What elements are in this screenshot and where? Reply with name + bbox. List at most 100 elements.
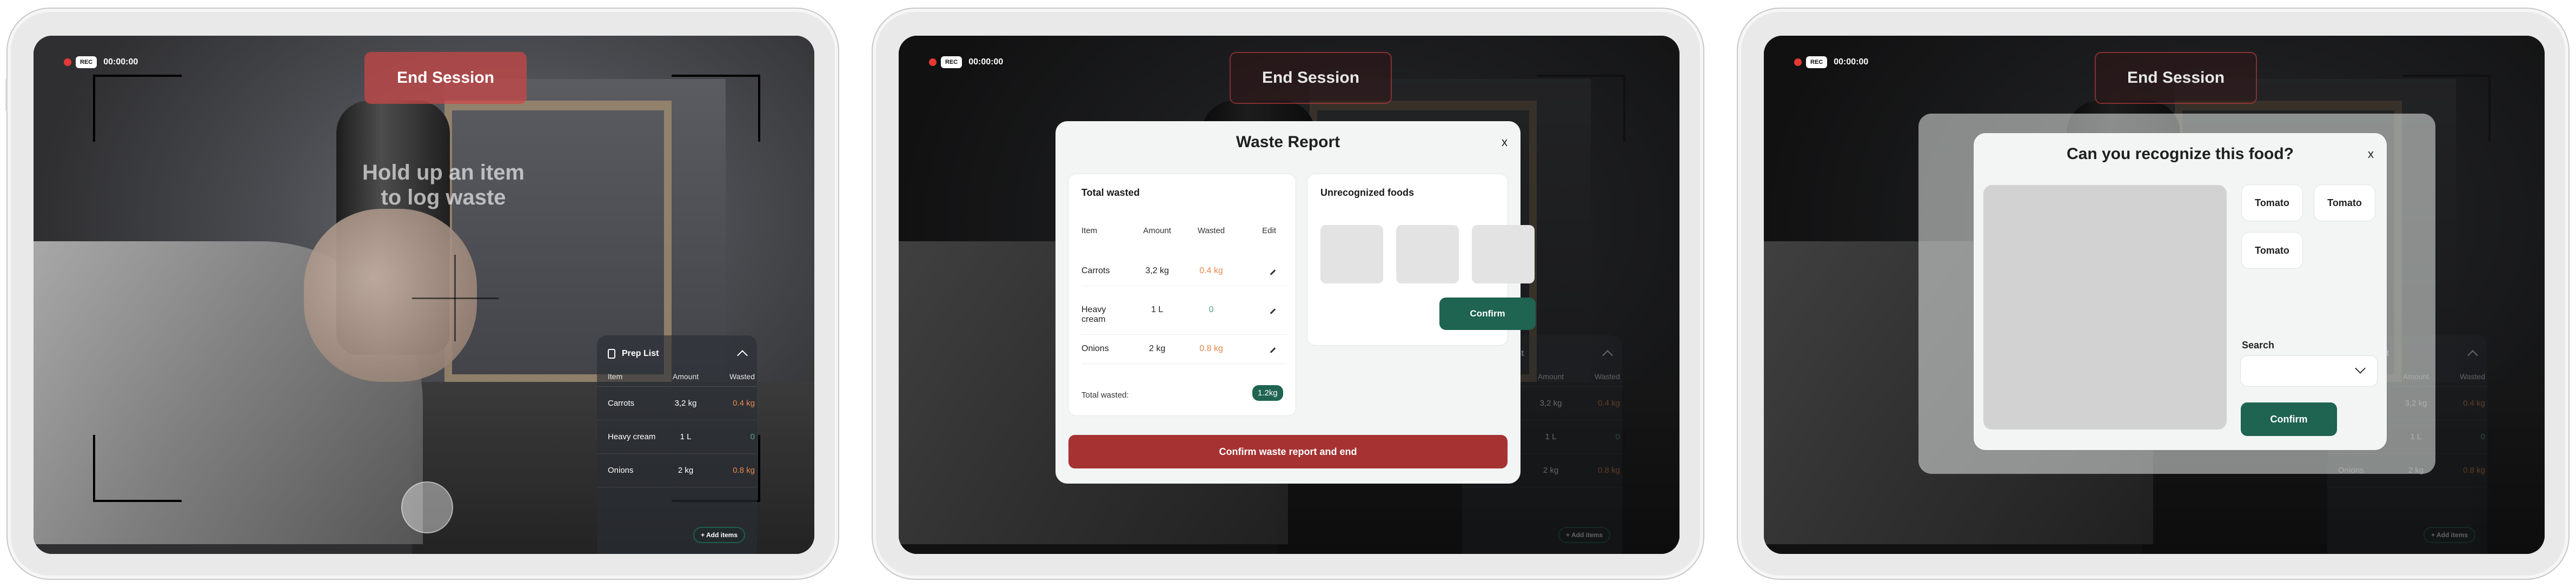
add-items-button: + Add items [1558, 527, 1610, 543]
recording-time: 00:00:00 [968, 57, 1004, 67]
card-title: Total wasted [1081, 187, 1140, 198]
item-wasted: 0.8 kg [733, 466, 755, 475]
item-wasted: 0.4 kg [2463, 399, 2485, 408]
item-name: Onions [1081, 344, 1109, 353]
camera-hint: Hold up an item to log waste [362, 161, 525, 209]
waste-table-columns: Item Amount Wasted Edit [1081, 226, 1287, 235]
food-thumbnail[interactable] [1320, 225, 1383, 283]
waste-report-screen: REC 00:00:00 End Session Prep List Item … [899, 36, 1679, 554]
viewfinder-corner-icon [672, 75, 760, 142]
column-header: Amount [672, 372, 699, 381]
item-amount: 2 kg [1543, 466, 1559, 475]
item-name: Carrots [608, 399, 635, 408]
recognize-screen: REC 00:00:00 End Session Prep List Item … [1764, 36, 2545, 554]
item-name: Carrots [1081, 266, 1110, 275]
item-name: Heavy cream [1081, 305, 1106, 324]
item-wasted: 0.4 kg [733, 399, 755, 408]
viewfinder-corner-icon [1537, 75, 1625, 142]
clipboard-icon [608, 349, 615, 359]
column-header: Item [608, 372, 623, 381]
item-amount: 1 L [1151, 305, 1164, 314]
confirm-and-end-button[interactable]: Confirm waste report and end [1068, 435, 1508, 468]
edit-button[interactable] [1238, 344, 1276, 354]
item-wasted: 0.8 kg [1598, 466, 1620, 475]
prep-list-panel: Prep List Item Amount Wasted Carrots 3,2… [597, 335, 757, 554]
shutter-button[interactable] [401, 481, 453, 533]
confirm-button[interactable]: Confirm [2241, 402, 2337, 436]
total-wasted-label: Total wasted: [1081, 391, 1129, 400]
table-row: Carrots 3,2 kg 0.4 kg [597, 387, 757, 420]
tablet-frame-waste-report: REC 00:00:00 End Session Prep List Item … [872, 8, 1704, 580]
item-amount: 2 kg [1148, 344, 1166, 353]
chevron-up-icon [1602, 350, 1613, 361]
recording-time: 00:00:00 [103, 57, 138, 67]
chevron-up-icon [2467, 350, 2478, 361]
food-thumbnail[interactable] [1396, 225, 1459, 283]
edit-button[interactable] [1238, 266, 1276, 276]
confirm-button[interactable]: Confirm [1439, 298, 1536, 330]
close-icon[interactable]: x [2368, 147, 2374, 161]
recording-indicator: REC 00:00:00 [64, 56, 138, 68]
item-wasted: 0 [1209, 305, 1214, 314]
record-dot-icon [1794, 58, 1802, 66]
rec-badge: REC [76, 56, 97, 68]
card-title: Unrecognized foods [1320, 187, 1415, 198]
pencil-icon [1270, 308, 1276, 314]
side-button [5, 79, 8, 111]
modal-title: Can you recognize this food? [2066, 145, 2294, 163]
search-dropdown[interactable] [2241, 356, 2377, 386]
recording-indicator: REC 00:00:00 [929, 56, 1003, 68]
suggestion-chip[interactable]: Tomato [2242, 233, 2302, 268]
tablet-frame-camera: REC 00:00:00 End Session Hold up an item… [5, 8, 839, 580]
chevron-up-icon[interactable] [737, 350, 748, 361]
add-items-button[interactable]: + Add items [693, 527, 745, 543]
viewfinder-corner-icon [93, 75, 182, 142]
pencil-icon [1270, 269, 1276, 275]
column-header: Wasted [2460, 372, 2485, 381]
column-header: Wasted [729, 372, 755, 381]
item-amount: 1 L [680, 432, 692, 441]
tablet-frame-recognize: REC 00:00:00 End Session Prep List Item … [1737, 8, 2570, 580]
close-icon[interactable]: x [1502, 135, 1508, 149]
item-name: Heavy cream [608, 432, 656, 441]
record-dot-icon [64, 58, 71, 66]
item-wasted: 0.8 kg [1199, 344, 1223, 353]
unrecognized-foods-card: Unrecognized foods Confirm [1307, 174, 1536, 345]
recording-indicator: REC 00:00:00 [1794, 56, 1868, 68]
item-wasted: 0.4 kg [1598, 399, 1620, 408]
edit-button[interactable] [1238, 305, 1276, 325]
end-session-button[interactable]: End Session [364, 52, 527, 104]
rec-badge: REC [941, 56, 962, 68]
chevron-down-icon [2355, 363, 2366, 374]
recognize-food-modal: Can you recognize this food? x Tomato To… [1974, 133, 2387, 450]
item-wasted: 0 [2480, 432, 2485, 441]
waste-report-modal: Waste Report x Total wasted Item Amount … [1055, 121, 1536, 484]
prep-list-header[interactable]: Prep List [597, 335, 757, 367]
food-thumbnail[interactable] [1472, 225, 1535, 283]
table-row: Onions 2 kg 0.8 kg [597, 454, 757, 487]
crosshair-icon [454, 255, 456, 341]
item-amount: 1 L [1545, 432, 1557, 441]
recording-time: 00:00:00 [1834, 57, 1869, 67]
pencil-icon [1270, 347, 1276, 353]
prep-list-columns: Item Amount Wasted [597, 367, 757, 387]
item-amount: 3,2 kg [674, 399, 697, 408]
column-header: Wasted [1595, 372, 1620, 381]
add-items-button: + Add items [2424, 527, 2475, 543]
item-amount: 2 kg [678, 466, 694, 475]
total-wasted-value: 1.2kg [1252, 385, 1283, 401]
column-header: Edit [1262, 226, 1276, 235]
prep-list-title: Prep List [622, 349, 659, 358]
total-wasted-card: Total wasted Item Amount Wasted Edit Car… [1068, 174, 1296, 415]
item-wasted: 0 [750, 432, 755, 441]
item-wasted: 0.8 kg [2463, 466, 2485, 475]
modal-title: Waste Report [1236, 133, 1340, 151]
suggestion-chip[interactable]: Tomato [2314, 185, 2375, 221]
camera-screen: REC 00:00:00 End Session Hold up an item… [34, 36, 814, 554]
food-image [1983, 185, 2227, 430]
table-row: Onions 2 kg 0.8 kg [1081, 344, 1287, 364]
rec-badge: REC [1806, 56, 1828, 68]
item-name: Onions [608, 466, 634, 475]
suggestion-chip[interactable]: Tomato [2242, 185, 2302, 221]
item-amount: 3,2 kg [1145, 266, 1169, 275]
